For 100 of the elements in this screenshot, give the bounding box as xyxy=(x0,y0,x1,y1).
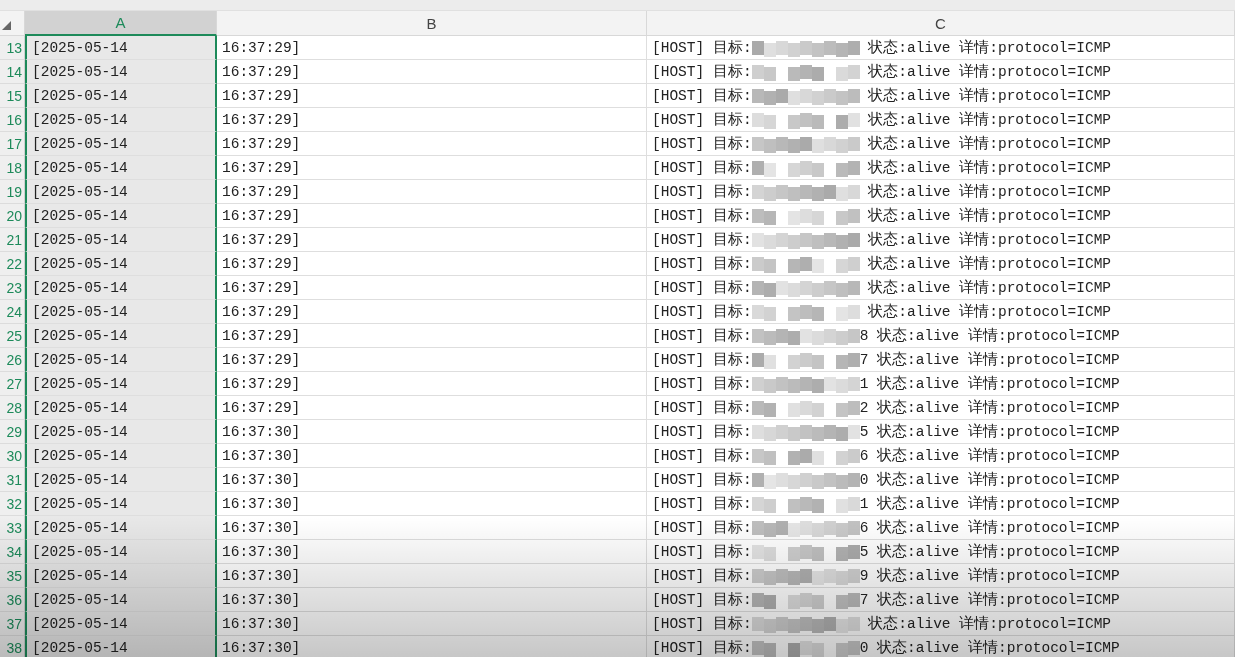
table-cell: 16:37:29] xyxy=(217,108,647,132)
table-cell: [2025-05-14 xyxy=(25,564,217,588)
table-cell: [2025-05-14 xyxy=(25,276,217,300)
row-number[interactable]: 37 xyxy=(0,612,25,636)
row-number[interactable]: 36 xyxy=(0,588,25,612)
table-cell: 16:37:29] xyxy=(217,132,647,156)
log-label: [HOST] 目标: xyxy=(652,183,752,201)
row-number[interactable]: 14 xyxy=(0,60,25,84)
table-cell: [2025-05-14 xyxy=(25,444,217,468)
table-cell: [2025-05-14 xyxy=(25,516,217,540)
row-number[interactable]: 29 xyxy=(0,420,25,444)
log-label: [HOST] 目标: xyxy=(652,423,752,441)
table-cell: 16:37:30] xyxy=(217,420,647,444)
row-number[interactable]: 13 xyxy=(0,36,25,60)
log-label: [HOST] 目标: xyxy=(652,447,752,465)
table-cell: 16:37:30] xyxy=(217,516,647,540)
table-cell: [2025-05-14 xyxy=(25,636,217,657)
row-number[interactable]: 16 xyxy=(0,108,25,132)
log-status: 7 状态:alive 详情:protocol=ICMP xyxy=(859,590,1120,609)
row-number[interactable]: 28 xyxy=(0,396,25,420)
column-header[interactable]: A xyxy=(25,11,217,36)
table-cell: 16:37:30] xyxy=(217,612,647,636)
log-status: 1 状态:alive 详情:protocol=ICMP xyxy=(859,494,1120,513)
table-cell: [2025-05-14 xyxy=(25,588,217,612)
table-cell: 16:37:29] xyxy=(217,372,647,396)
log-status: 5 状态:alive 详情:protocol=ICMP xyxy=(859,422,1120,441)
log-status: 5 状态:alive 详情:protocol=ICMP xyxy=(859,542,1120,561)
row-number[interactable]: 18 xyxy=(0,156,25,180)
table-cell: 16:37:29] xyxy=(217,204,647,228)
log-label: [HOST] 目标: xyxy=(652,111,752,129)
row-number[interactable]: 26 xyxy=(0,348,25,372)
row-number[interactable]: 30 xyxy=(0,444,25,468)
table-cell: [2025-05-14 xyxy=(25,396,217,420)
log-label: [HOST] 目标: xyxy=(652,591,752,609)
table-cell: [2025-05-14 xyxy=(25,60,217,84)
row-number[interactable]: 17 xyxy=(0,132,25,156)
row-number[interactable]: 33 xyxy=(0,516,25,540)
row-number[interactable]: 35 xyxy=(0,564,25,588)
log-status: 状态:alive 详情:protocol=ICMP xyxy=(867,158,1112,177)
log-status: 状态:alive 详情:protocol=ICMP xyxy=(867,230,1112,249)
table-cell: 16:37:30] xyxy=(217,540,647,564)
row-number[interactable]: 32 xyxy=(0,492,25,516)
log-status: 6 状态:alive 详情:protocol=ICMP xyxy=(859,446,1120,465)
row-number[interactable]: 22 xyxy=(0,252,25,276)
log-label: [HOST] 目标: xyxy=(652,63,752,81)
row-number[interactable]: 34 xyxy=(0,540,25,564)
row-number[interactable]: 20 xyxy=(0,204,25,228)
table-cell: [2025-05-14 xyxy=(25,492,217,516)
row-number[interactable]: 27 xyxy=(0,372,25,396)
log-status: 状态:alive 详情:protocol=ICMP xyxy=(867,182,1112,201)
table-cell: [2025-05-14 xyxy=(25,180,217,204)
table-cell: [2025-05-14 xyxy=(25,156,217,180)
table-cell: 16:37:29] xyxy=(217,84,647,108)
row-number[interactable]: 15 xyxy=(0,84,25,108)
log-label: [HOST] 目标: xyxy=(652,255,752,273)
table-cell: [2025-05-14 xyxy=(25,84,217,108)
log-label: [HOST] 目标: xyxy=(652,327,752,345)
table-cell: [2025-05-14 xyxy=(25,540,217,564)
log-status: 状态:alive 详情:protocol=ICMP xyxy=(867,86,1112,105)
log-label: [HOST] 目标: xyxy=(652,207,752,225)
table-cell: [2025-05-14 xyxy=(25,108,217,132)
table-cell: [2025-05-14 xyxy=(25,348,217,372)
row-number[interactable]: 19 xyxy=(0,180,25,204)
table-cell: 16:37:30] xyxy=(217,444,647,468)
column-header[interactable]: B xyxy=(217,11,647,36)
table-cell: 16:37:30] xyxy=(217,564,647,588)
row-number[interactable]: 24 xyxy=(0,300,25,324)
log-label: [HOST] 目标: xyxy=(652,639,752,657)
log-label: [HOST] 目标: xyxy=(652,615,752,633)
select-all-triangle-icon[interactable] xyxy=(2,21,11,30)
table-cell: 16:37:30] xyxy=(217,588,647,612)
log-label: [HOST] 目标: xyxy=(652,543,752,561)
log-label: [HOST] 目标: xyxy=(652,279,752,297)
table-cell: 16:37:29] xyxy=(217,156,647,180)
log-label: [HOST] 目标: xyxy=(652,39,752,57)
row-number[interactable]: 23 xyxy=(0,276,25,300)
log-status: 状态:alive 详情:protocol=ICMP xyxy=(867,278,1112,297)
log-status: 状态:alive 详情:protocol=ICMP xyxy=(867,302,1112,321)
table-cell: [2025-05-14 xyxy=(25,372,217,396)
table-cell: 16:37:29] xyxy=(217,60,647,84)
table-cell: 16:37:29] xyxy=(217,396,647,420)
log-label: [HOST] 目标: xyxy=(652,135,752,153)
row-number[interactable]: 25 xyxy=(0,324,25,348)
log-label: [HOST] 目标: xyxy=(652,159,752,177)
row-number[interactable]: 31 xyxy=(0,468,25,492)
log-status: 状态:alive 详情:protocol=ICMP xyxy=(867,206,1112,225)
log-status: 7 状态:alive 详情:protocol=ICMP xyxy=(859,350,1120,369)
log-status: 8 状态:alive 详情:protocol=ICMP xyxy=(859,326,1120,345)
log-label: [HOST] 目标: xyxy=(652,87,752,105)
log-status: 0 状态:alive 详情:protocol=ICMP xyxy=(859,638,1120,657)
log-status: 状态:alive 详情:protocol=ICMP xyxy=(867,38,1112,57)
log-status: 状态:alive 详情:protocol=ICMP xyxy=(867,614,1112,633)
table-cell: [2025-05-14 xyxy=(25,204,217,228)
column-header[interactable]: C xyxy=(647,11,1235,36)
table-cell: 16:37:29] xyxy=(217,276,647,300)
log-status: 1 状态:alive 详情:protocol=ICMP xyxy=(859,374,1120,393)
table-cell: [2025-05-14 xyxy=(25,468,217,492)
row-number[interactable]: 38 xyxy=(0,636,25,657)
log-label: [HOST] 目标: xyxy=(652,303,752,321)
row-number[interactable]: 21 xyxy=(0,228,25,252)
